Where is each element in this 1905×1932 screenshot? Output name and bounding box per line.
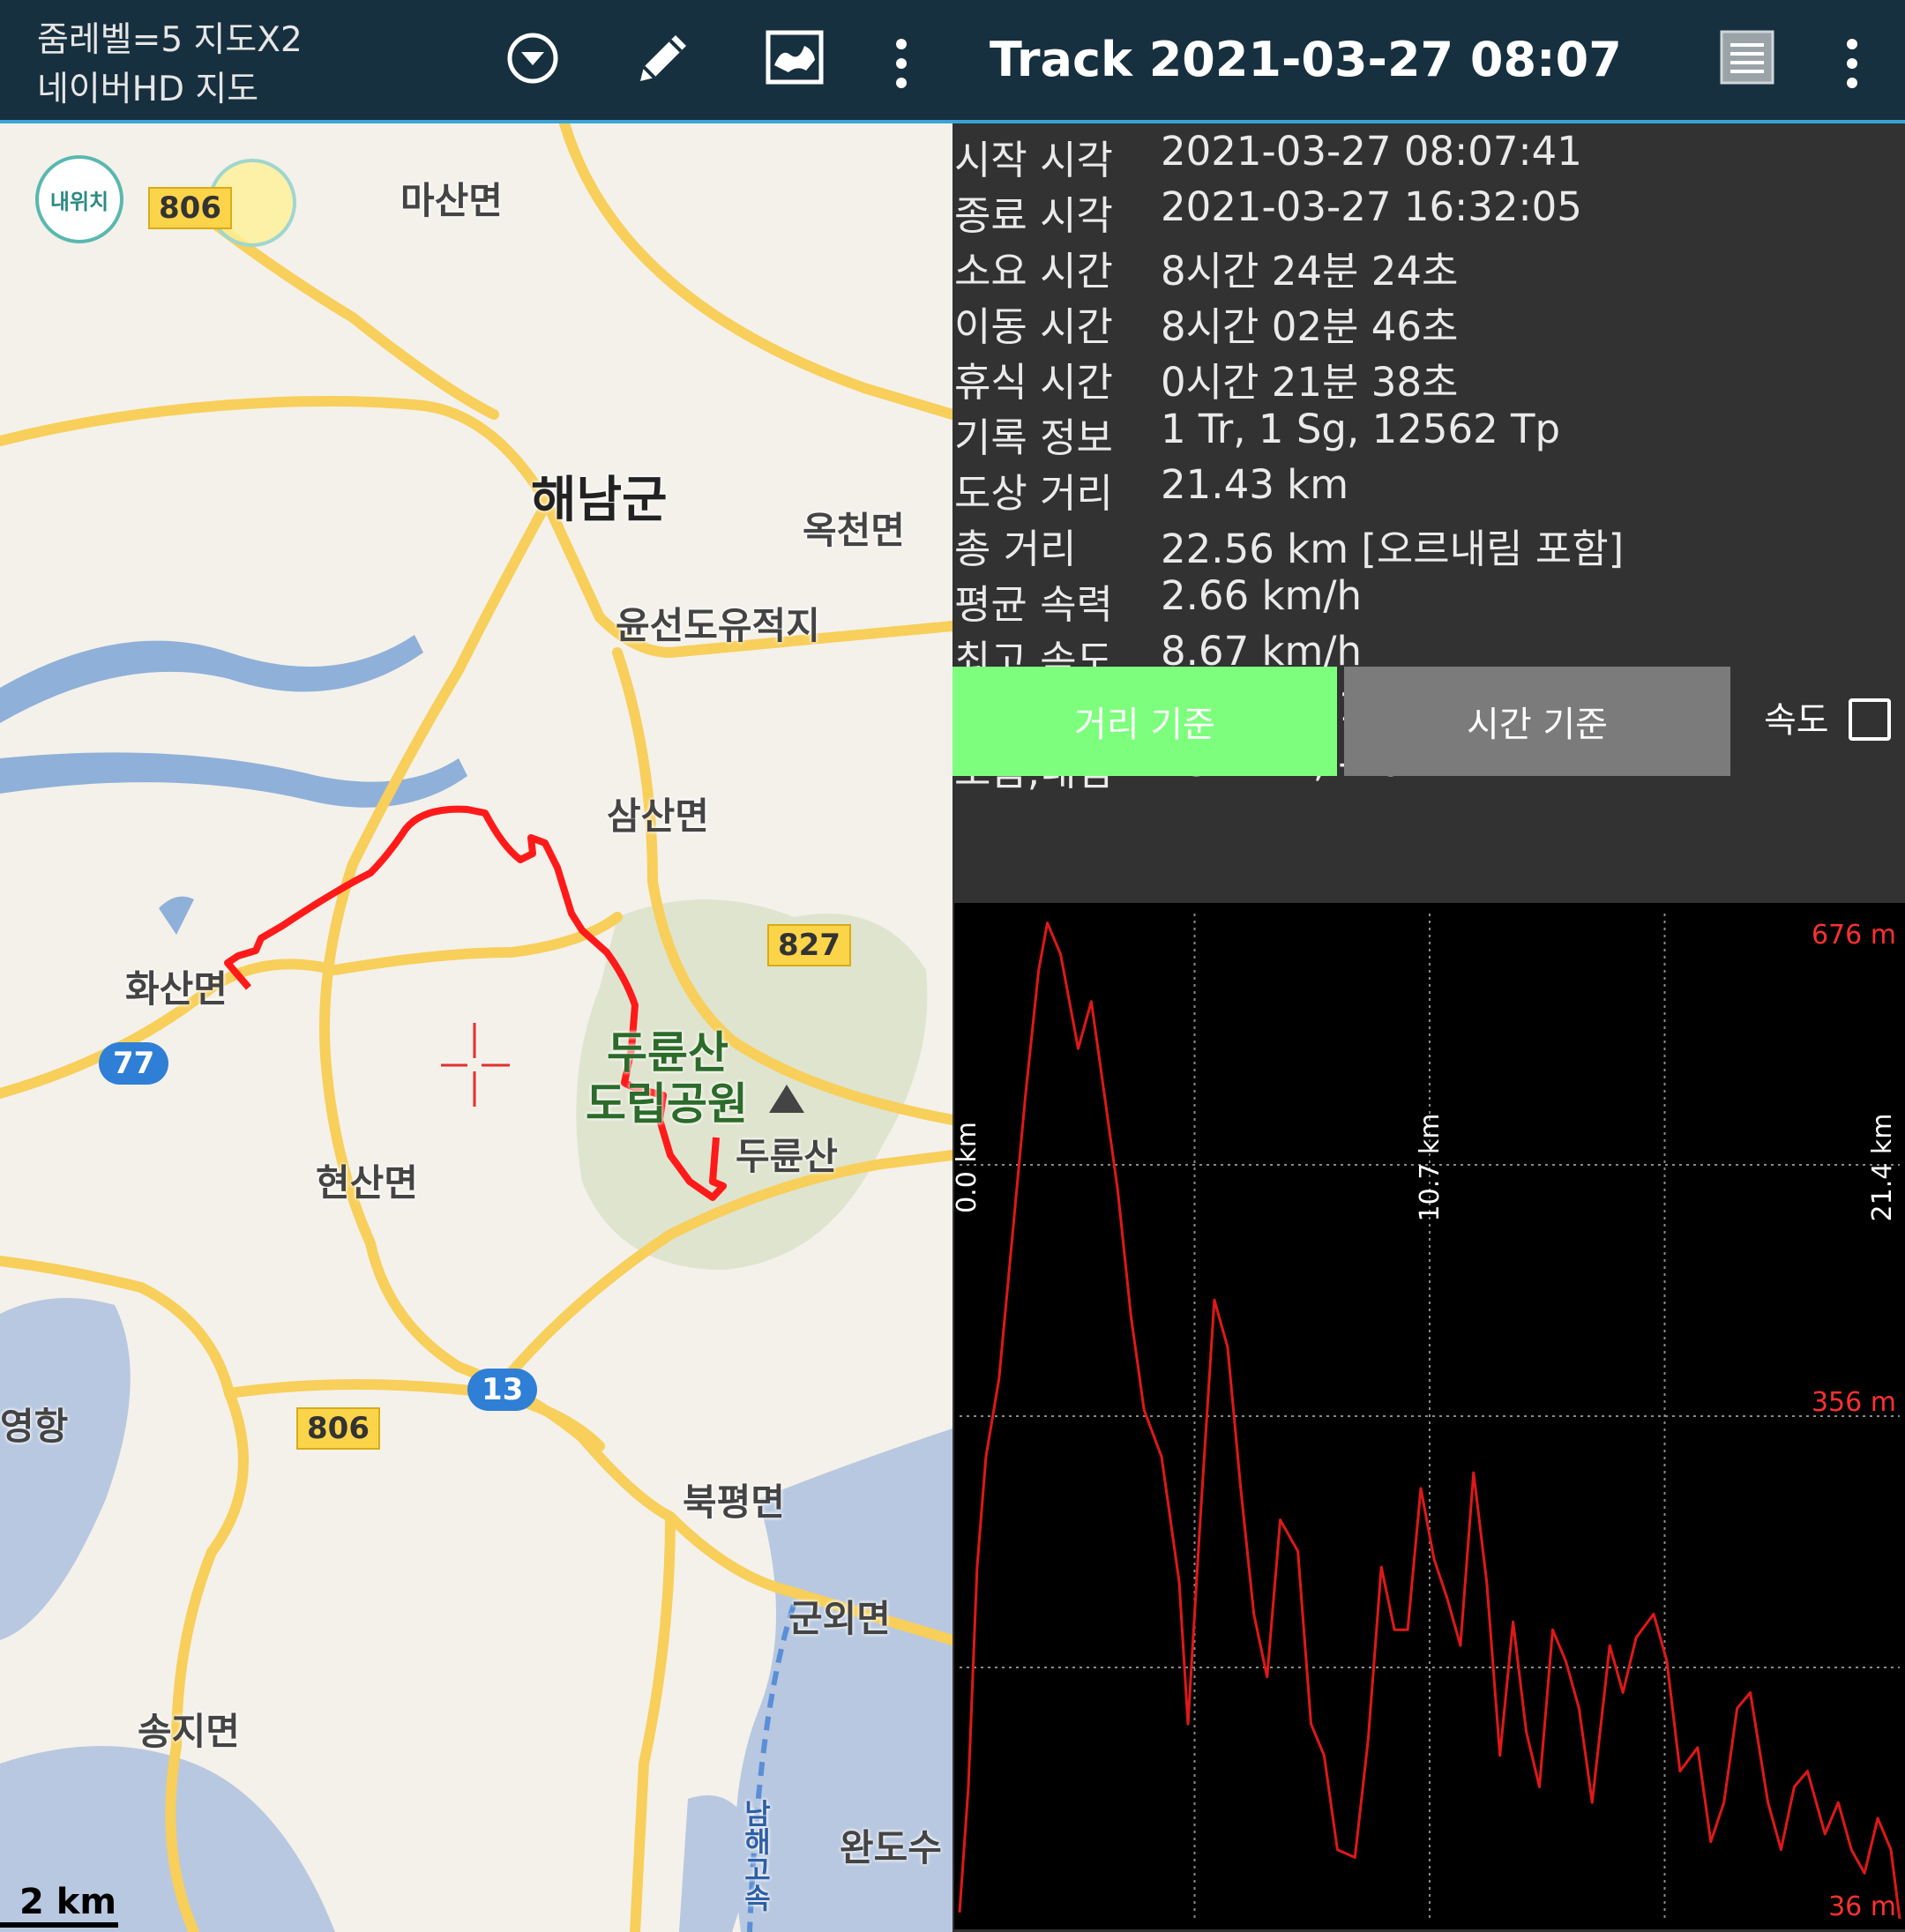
map-label: 현산면 (316, 1161, 418, 1205)
railway-label: 남해고속 (739, 1799, 773, 1912)
x-tick-label: 0.0 km (954, 1122, 982, 1213)
map-label: 삼산면 (607, 794, 709, 838)
stat-value: 2.66 km/h (1161, 572, 1363, 619)
more-vert-icon[interactable] (1847, 39, 1859, 97)
dropdown-circle-icon[interactable] (506, 32, 559, 88)
scale-bar (0, 1922, 118, 1928)
my-location-button[interactable]: 내위치 (35, 155, 123, 243)
time-basis-button[interactable]: 시간 기준 (1344, 667, 1730, 776)
road-number-806-south: 806 (296, 1407, 380, 1450)
scale-label: 2 km (19, 1882, 117, 1922)
list-icon[interactable] (1720, 30, 1774, 88)
x-tick-label: 21.4 km (1867, 1114, 1898, 1222)
speed-label: 속도 (1764, 700, 1829, 741)
road-number-77: 77 (99, 1042, 169, 1085)
map-label: 마산면 (400, 179, 503, 222)
y-tick-label: 676 m (1812, 920, 1896, 951)
stat-label: 시작 시각 (954, 137, 1113, 183)
map-label: 도립공원 (586, 1078, 748, 1130)
road-number-13: 13 (467, 1369, 538, 1411)
y-tick-label: 36 m (1828, 1891, 1896, 1922)
map-label: 두륜산 (736, 1135, 838, 1178)
stat-value: 1 Tr, 1 Sg, 12562 Tp (1161, 406, 1561, 452)
stat-value: 8시간 02분 46초 (1161, 303, 1459, 350)
map-label: 해남군 (531, 472, 668, 529)
stat-label: 도상 거리 (954, 470, 1113, 517)
pencil-icon[interactable] (631, 26, 695, 93)
road-number-827: 827 (767, 924, 851, 966)
y-tick-label: 356 m (1812, 1387, 1896, 1418)
map-label: 군외면 (788, 1597, 891, 1640)
map-view[interactable]: 내위치 806 827 77 13 806 마산면 해남군 옥천면 윤선도유적지… (0, 123, 952, 1932)
stat-label: 총 거리 (954, 526, 1077, 572)
map-label: 영항 (0, 1405, 69, 1448)
elevation-chart: 676 m 356 m 36 m 0.0 km 10.7 km 21.4 km (954, 903, 1905, 1929)
x-tick-label: 10.7 km (1415, 1114, 1446, 1222)
speed-checkbox[interactable] (1849, 698, 1891, 741)
stat-value: 21.43 km (1161, 461, 1349, 508)
stat-label: 종료 시각 (954, 192, 1113, 239)
stat-value: 2021-03-27 16:32:05 (1161, 183, 1582, 230)
stat-label: 평균 속력 (954, 581, 1113, 628)
map-label: 송지면 (138, 1710, 240, 1753)
stat-value: 0시간 21분 38초 (1161, 359, 1459, 406)
map-label: 완도수 (840, 1826, 942, 1869)
map-label: 화산면 (125, 967, 228, 1011)
stat-label: 소요 시간 (954, 248, 1113, 295)
track-title: Track 2021-03-27 08:07 (990, 32, 1622, 87)
map-icon[interactable] (766, 30, 824, 88)
map-label: 윤선도유적지 (616, 604, 820, 647)
stat-label: 휴식 시간 (954, 359, 1113, 406)
map-label: 북평면 (683, 1481, 785, 1524)
stat-value: 2021-03-27 08:07:41 (1161, 128, 1582, 175)
road-number-806: 806 (148, 187, 232, 229)
stat-value: 22.56 km [오르내림 포함] (1161, 526, 1625, 572)
stat-label: 이동 시간 (954, 303, 1113, 350)
more-vert-icon[interactable] (896, 39, 908, 97)
map-label: 옥천면 (803, 509, 905, 552)
zoom-info: 줌레벨=5 지도X2 (37, 20, 303, 60)
stat-label: 기록 정보 (954, 414, 1113, 461)
stat-value: 8시간 24분 24초 (1161, 248, 1459, 295)
distance-basis-button[interactable]: 거리 기준 (952, 667, 1337, 776)
map-name[interactable]: 네이버HD 지도 (37, 62, 258, 111)
